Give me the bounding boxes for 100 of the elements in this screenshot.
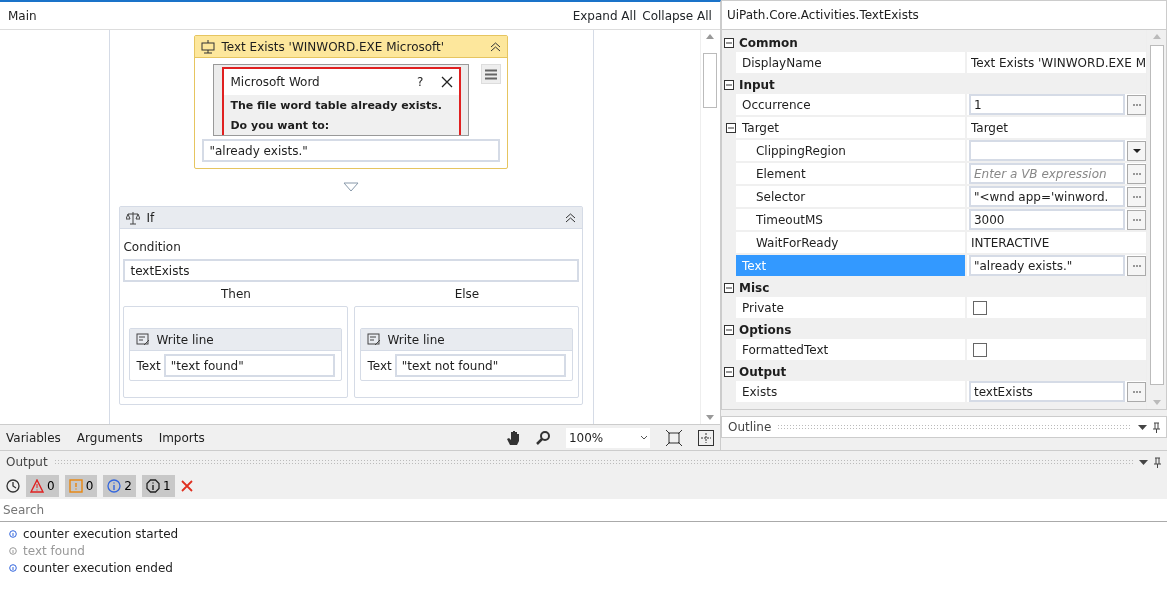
zoom-icon[interactable] xyxy=(535,430,550,445)
preview-window-title: Microsoft Word xyxy=(230,74,321,91)
write-line-icon xyxy=(367,333,382,346)
activity-card[interactable]: If Condition textExists Then Write line Text "text found" Else Write line Text "text not found" xyxy=(119,206,584,405)
category-header: Misc xyxy=(738,279,770,297)
options-menu-button[interactable] xyxy=(481,64,502,84)
hand-icon[interactable] xyxy=(505,429,520,446)
ellipsis-button[interactable] xyxy=(1127,255,1146,276)
property-input-field[interactable]: 3000 xyxy=(968,209,1125,230)
condition-label: Condition xyxy=(123,239,182,256)
text-input-field[interactable]: "text found" xyxy=(163,354,336,377)
ellipsis-icon xyxy=(1132,218,1141,221)
property-value: Text Exists 'WINWORD.EXE M xyxy=(970,54,1146,72)
filter-toggle-button[interactable]: 2 xyxy=(103,475,136,497)
expand-all-link[interactable]: Expand All xyxy=(572,6,637,25)
ellipsis-icon xyxy=(1132,195,1141,198)
collapse-icon[interactable] xyxy=(723,79,734,90)
scrollbar-thumb[interactable] xyxy=(1149,45,1164,385)
collapse-icon[interactable] xyxy=(723,324,734,335)
property-input-field[interactable]: textExists xyxy=(968,381,1125,402)
exclamation-icon xyxy=(68,479,83,493)
ellipsis-button[interactable] xyxy=(1127,186,1146,207)
caret-icon xyxy=(640,435,647,440)
warning-triangle-icon xyxy=(30,479,44,493)
scroll-down-icon[interactable] xyxy=(706,415,715,420)
property-input-field[interactable]: "already exists." xyxy=(968,255,1125,276)
caret-icon xyxy=(1132,148,1141,153)
condition-field[interactable]: textExists xyxy=(123,259,580,282)
collapse-icon[interactable] xyxy=(723,282,734,293)
collapse-icon[interactable] xyxy=(725,122,736,133)
activity-card[interactable]: Write line Text "text found" xyxy=(129,328,343,381)
reset-zoom-icon[interactable] xyxy=(697,429,714,446)
zoom-dropdown[interactable]: 100% xyxy=(565,427,650,448)
designer-tab[interactable]: Variables xyxy=(6,428,61,447)
field-label: Text xyxy=(367,357,392,375)
collapse-icon[interactable] xyxy=(565,211,577,224)
category-header: Options xyxy=(738,321,792,339)
scrollbar-thumb[interactable] xyxy=(703,53,718,108)
collapse-icon[interactable] xyxy=(723,37,734,48)
property-name[interactable]: Target xyxy=(741,118,780,137)
property-value: Target xyxy=(970,119,1009,137)
ellipsis-button[interactable] xyxy=(1127,94,1146,115)
category-header: Input xyxy=(738,76,775,94)
vertical-scrollbar[interactable] xyxy=(699,30,720,424)
checkbox[interactable] xyxy=(972,342,987,357)
property-name[interactable]: Exists xyxy=(741,382,778,401)
output-panel-title: Output xyxy=(6,454,48,471)
info-icon xyxy=(9,563,17,572)
property-input-field[interactable]: 1 xyxy=(968,94,1125,115)
ellipsis-button[interactable] xyxy=(1127,209,1146,230)
clear-icon[interactable] xyxy=(180,480,193,492)
close-icon xyxy=(441,76,454,88)
properties-title: UiPath.Core.Activities.TextExists xyxy=(726,7,919,24)
output-message: counter execution started xyxy=(23,525,179,543)
activity-title: If xyxy=(146,209,156,227)
text-input-field[interactable]: "already exists." xyxy=(202,139,501,162)
activity-card[interactable]: Text Exists 'WINWORD.EXE Microsoft' Microsoft Word ? The file word table already exists. Do you want to: "already exists." xyxy=(194,35,509,169)
pin-icon[interactable] xyxy=(1153,421,1160,433)
filter-toggle-button[interactable]: 1 xyxy=(141,475,175,497)
checkbox[interactable] xyxy=(972,300,987,315)
activity-title: Write line xyxy=(387,331,445,349)
ellipsis-button[interactable] xyxy=(1127,381,1146,402)
property-input-field[interactable]: Enter a VB expression xyxy=(968,163,1125,184)
fit-to-screen-icon[interactable] xyxy=(665,429,682,446)
filter-toggle-button[interactable]: 0 xyxy=(64,475,98,497)
collapse-icon[interactable] xyxy=(723,366,734,377)
designer-tab[interactable]: Arguments xyxy=(76,428,143,447)
scroll-up-icon[interactable] xyxy=(706,34,715,39)
dropdown-button[interactable] xyxy=(1127,140,1146,161)
property-input-field[interactable] xyxy=(968,140,1125,161)
search-field[interactable]: Search xyxy=(0,499,1167,522)
activity-card[interactable]: Write line Text "text not found" xyxy=(360,328,574,381)
dropdown-icon[interactable] xyxy=(1138,424,1147,430)
flow-arrow-icon xyxy=(343,182,360,192)
ellipsis-icon xyxy=(1132,390,1141,393)
branch-label: Then xyxy=(221,286,251,303)
outline-panel-title: Outline xyxy=(727,419,772,436)
category-header: Output xyxy=(738,363,787,381)
property-input-field[interactable]: "<wnd app='winword. xyxy=(968,186,1125,207)
collapse-icon[interactable] xyxy=(490,40,502,53)
collapse-all-link[interactable]: Collapse All xyxy=(642,6,712,25)
dropdown-icon[interactable] xyxy=(1139,459,1148,465)
pin-icon[interactable] xyxy=(1154,456,1161,468)
info-icon xyxy=(145,479,160,493)
ellipsis-icon xyxy=(1132,264,1141,267)
property-value: INTERACTIVE xyxy=(970,234,1050,252)
category-header: Common xyxy=(738,34,798,52)
property-name[interactable]: Private xyxy=(741,298,784,317)
activity-title: Write line xyxy=(156,331,214,349)
activity-title: Text Exists 'WINWORD.EXE Microsoft' xyxy=(221,38,446,56)
preview-message: The file word table already exists. xyxy=(230,98,443,114)
clock-icon[interactable] xyxy=(6,479,20,493)
filter-toggle-button[interactable]: 0 xyxy=(26,475,59,497)
menu-icon xyxy=(485,68,498,80)
info-icon xyxy=(107,479,122,493)
text-input-field[interactable]: "text not found" xyxy=(394,354,567,377)
write-line-icon xyxy=(136,333,151,346)
designer-tab[interactable]: Imports xyxy=(158,428,205,447)
output-message: text found xyxy=(23,542,85,560)
breadcrumb[interactable]: Main xyxy=(8,6,37,25)
